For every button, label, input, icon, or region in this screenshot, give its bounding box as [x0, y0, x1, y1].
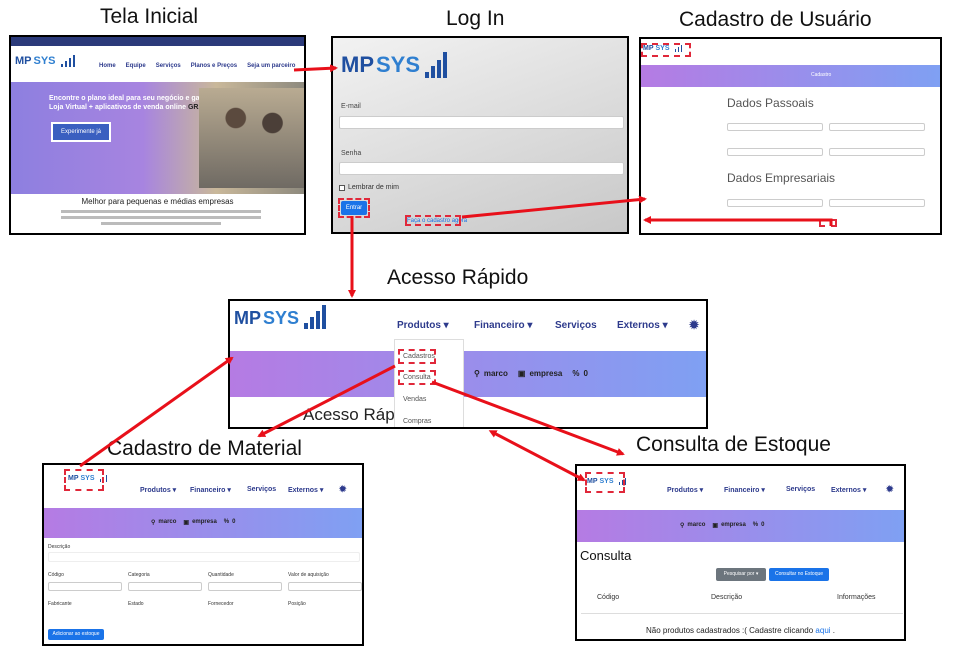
arrow-consulta-acesso-bidir	[488, 430, 586, 482]
arrow-acesso-to-consulta	[431, 380, 625, 456]
arrow-material-to-acesso	[79, 356, 234, 468]
arrow-login-to-cadastro	[461, 195, 647, 219]
arrow-acesso-to-material	[257, 364, 396, 438]
arrow-cadastro-to-login	[643, 216, 833, 226]
arrow-inicial-to-login	[293, 64, 338, 73]
flow-arrows	[79, 64, 833, 482]
